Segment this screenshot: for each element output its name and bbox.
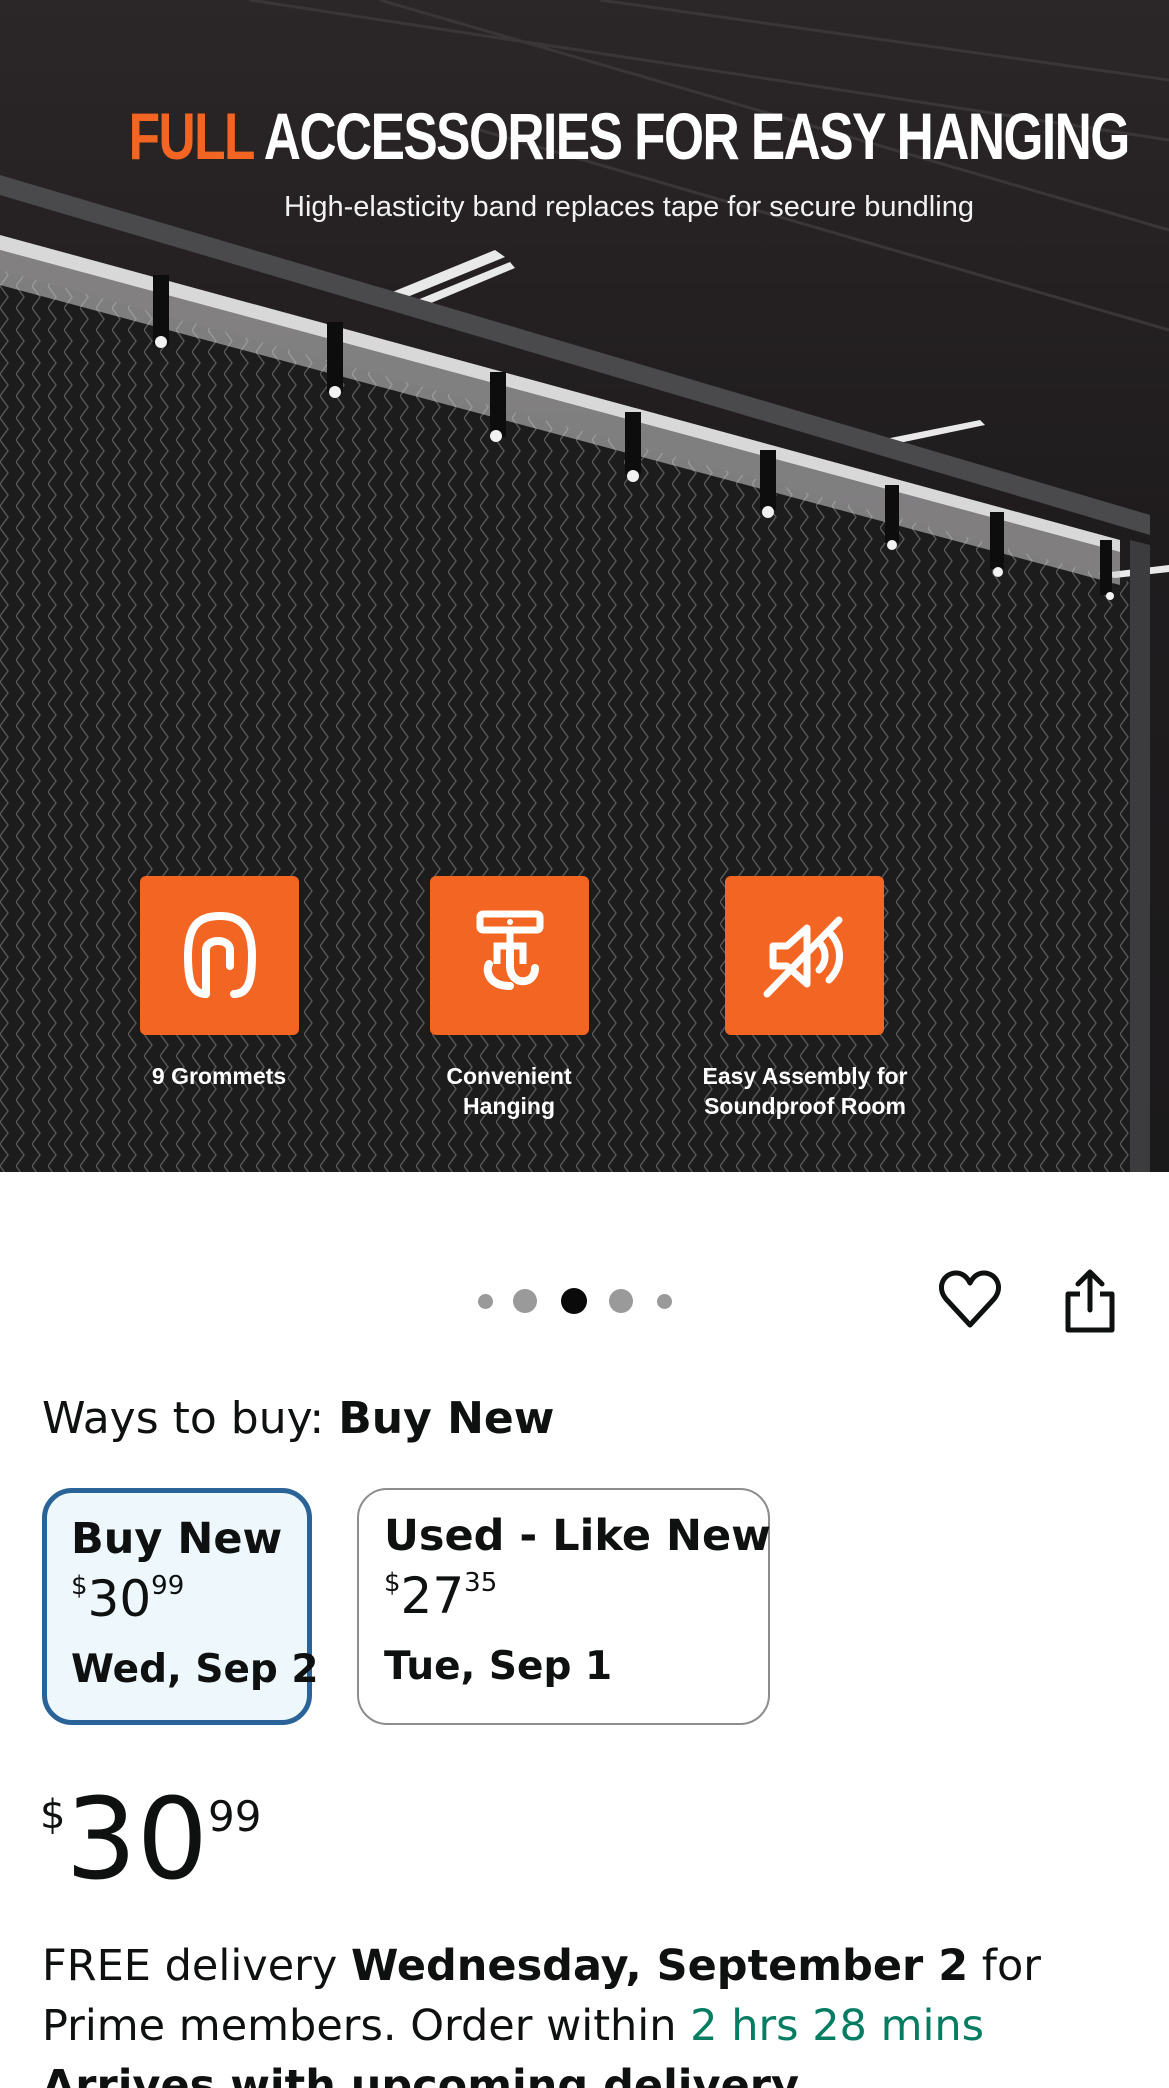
ways-to-buy-heading: Ways to buy: Buy New: [42, 1393, 555, 1444]
feature-soundproof: Easy Assembly for Soundproof Room: [703, 876, 907, 1121]
option-date: Wed, Sep 2: [71, 1647, 319, 1692]
hero-subtitle: High-elasticity band replaces tape for s…: [284, 191, 974, 223]
carousel-dots[interactable]: [478, 1288, 672, 1314]
carousel-dot-active[interactable]: [561, 1288, 587, 1314]
option-used-like-new[interactable]: Used - Like New $2735 Tue, Sep 1: [357, 1488, 771, 1725]
product-image[interactable]: FULL ACCESSORIES FOR EASY HANGING High-e…: [0, 0, 1169, 1172]
carousel-dot[interactable]: [478, 1293, 493, 1309]
carabiner-icon: [140, 876, 299, 1035]
carousel-dot[interactable]: [609, 1289, 633, 1313]
feature-grommets: 9 Grommets: [140, 876, 299, 1091]
option-price: $2735: [384, 1567, 498, 1625]
upcoming-delivery: Arrives with upcoming delivery: [42, 2061, 799, 2088]
price: $3099: [40, 1775, 262, 1905]
hero-title: FULL ACCESSORIES FOR EASY HANGING: [128, 99, 1131, 173]
heart-icon[interactable]: [935, 1266, 1005, 1332]
carousel-dot[interactable]: [513, 1289, 537, 1313]
option-date: Tue, Sep 1: [384, 1644, 613, 1689]
option-buy-new[interactable]: Buy New $3099 Wed, Sep 2: [42, 1488, 319, 1725]
share-icon[interactable]: [1062, 1266, 1118, 1336]
feature-hanging: Convenient Hanging: [430, 876, 589, 1121]
hook-icon: [430, 876, 589, 1035]
option-price: $3099: [71, 1570, 185, 1628]
soundproof-icon: [725, 876, 884, 1035]
delivery-countdown: 2 hrs 28 mins: [690, 2001, 985, 2051]
carousel-dot[interactable]: [657, 1293, 672, 1309]
option-name: Buy New: [71, 1514, 283, 1564]
option-name: Used - Like New: [384, 1511, 771, 1561]
delivery-info: FREE delivery Wednesday, September 2 for…: [42, 1936, 1152, 2088]
